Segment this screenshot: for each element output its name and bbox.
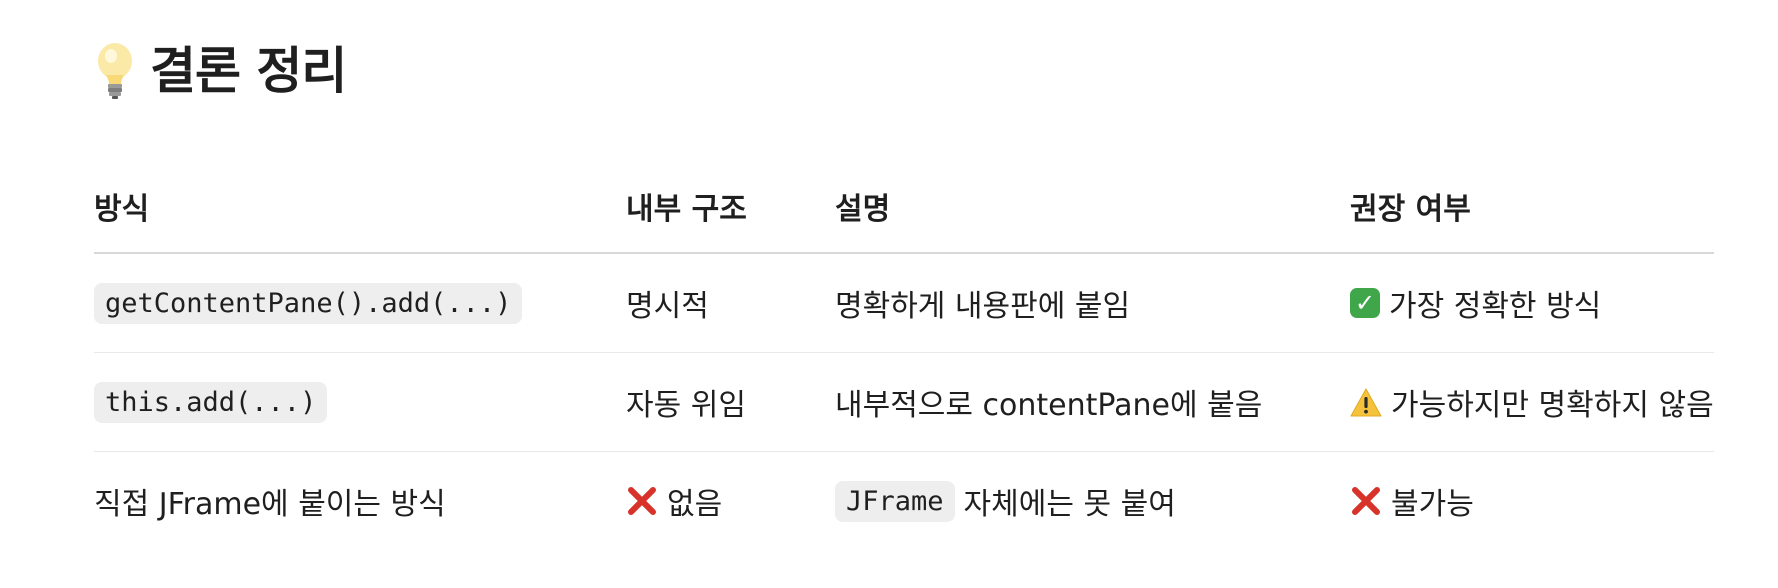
page-title: 결론 정리 xyxy=(94,38,347,104)
table-row: this.add(...) 자동 위임 내부적으로 contentPane에 붙… xyxy=(94,353,1714,452)
structure-cell: 명시적 xyxy=(626,289,709,324)
description-code: JFrame xyxy=(835,480,955,522)
method-cell: getContentPane().add(...) xyxy=(94,282,626,324)
method-cell: this.add(...) xyxy=(94,381,626,423)
method-code: this.add(...) xyxy=(94,381,328,423)
column-header-recommendation: 권장 여부 xyxy=(1350,192,1471,227)
column-header-structure: 내부 구조 xyxy=(626,192,747,227)
method-cell: 직접 JFrame에 붙이는 방식 xyxy=(94,487,446,522)
description-cell: 내부적으로 contentPane에 붙음 xyxy=(835,388,1263,423)
recommendation-cell: 가능하지만 명확하지 않음 xyxy=(1350,380,1714,424)
table-row: getContentPane().add(...) 명시적 명확하게 내용판에 … xyxy=(94,254,1714,353)
table-row: 직접 JFrame에 붙이는 방식 없음 JFrame 자체에는 못 붙여 불가… xyxy=(94,452,1714,550)
table-header-row: 방식 내부 구조 설명 권장 여부 xyxy=(94,160,1714,254)
structure-text: 없음 xyxy=(667,487,723,522)
method-code: getContentPane().add(...) xyxy=(94,282,523,324)
structure-cell: 자동 위임 xyxy=(626,388,746,423)
recommendation-cell: ✓ 가장 정확한 방식 xyxy=(1350,281,1714,325)
recommendation-text: 불가능 xyxy=(1391,487,1474,522)
recommendation-text: 가능하지만 명확하지 않음 xyxy=(1391,388,1714,423)
warning-icon xyxy=(1350,388,1382,416)
recommendation-cell: 불가능 xyxy=(1350,479,1714,523)
description-text: 자체에는 못 붙여 xyxy=(963,487,1176,522)
structure-cell: 없음 xyxy=(626,479,835,523)
description-cell: 명확하게 내용판에 붙임 xyxy=(835,289,1131,324)
summary-table: 방식 내부 구조 설명 권장 여부 getContentPane().add(.… xyxy=(94,160,1714,550)
column-header-method: 방식 xyxy=(94,192,150,227)
description-cell: JFrame 자체에는 못 붙여 xyxy=(835,479,1350,523)
page-title-text: 결론 정리 xyxy=(150,42,347,100)
lightbulb-icon xyxy=(98,43,132,99)
cross-mark-icon xyxy=(628,487,656,515)
check-mark-icon: ✓ xyxy=(1350,288,1380,318)
column-header-description: 설명 xyxy=(835,192,891,227)
recommendation-text: 가장 정확한 방식 xyxy=(1389,289,1602,324)
cross-mark-icon xyxy=(1352,487,1380,515)
